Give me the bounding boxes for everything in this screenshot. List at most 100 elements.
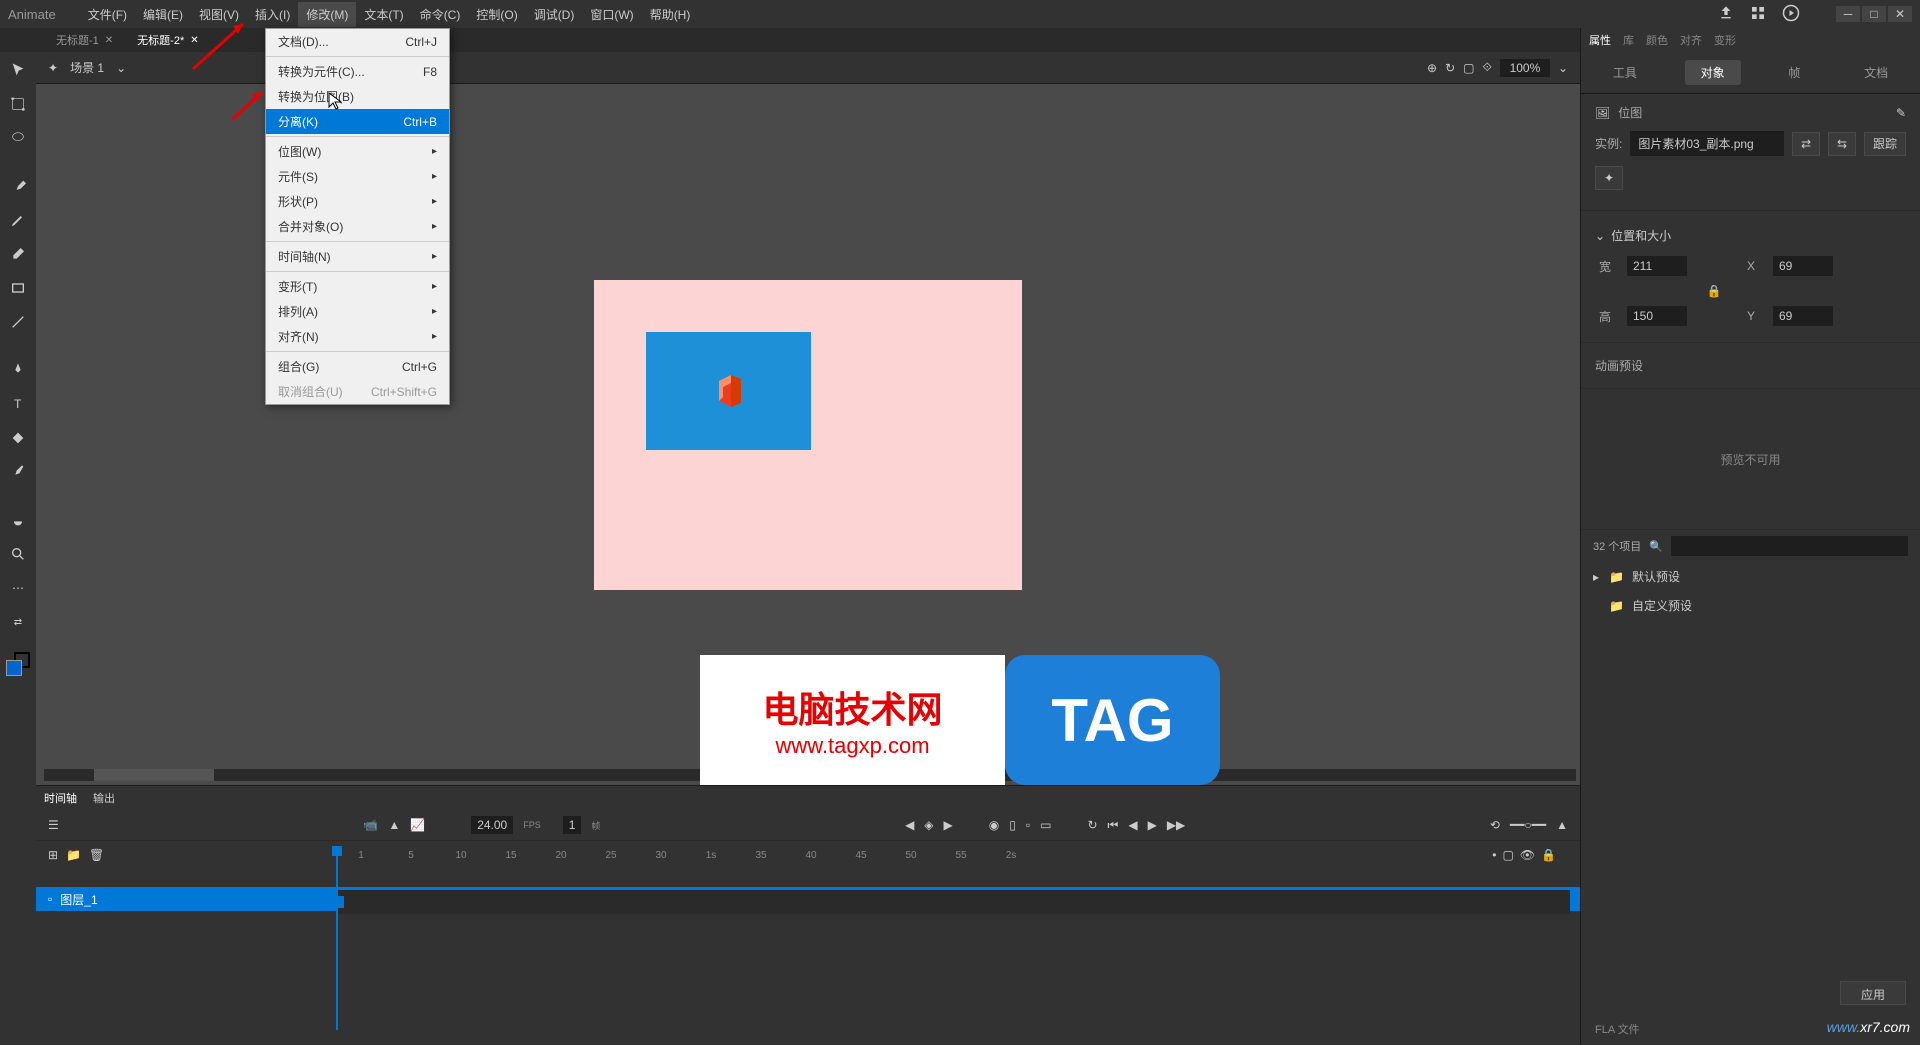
lasso-tool[interactable] bbox=[6, 126, 30, 150]
preset-default[interactable]: ▸ 📁 默认预设 bbox=[1581, 562, 1920, 591]
tab-frame[interactable]: 帧 bbox=[1772, 60, 1816, 85]
menu-bitmap[interactable]: 位图(W)▸ bbox=[266, 139, 449, 164]
menu-group[interactable]: 组合(G)Ctrl+G bbox=[266, 354, 449, 379]
effects-icon[interactable]: ✦ bbox=[1595, 166, 1623, 190]
pen-tool[interactable] bbox=[6, 358, 30, 382]
menu-modify[interactable]: 修改(M) bbox=[298, 2, 356, 27]
menu-text[interactable]: 文本(T) bbox=[356, 2, 411, 27]
paint-bucket-tool[interactable] bbox=[6, 426, 30, 450]
menu-commands[interactable]: 命令(C) bbox=[412, 2, 469, 27]
first-frame-icon[interactable]: ⏮ bbox=[1108, 818, 1119, 833]
workspace-icon[interactable] bbox=[1750, 5, 1766, 24]
brush-tool[interactable] bbox=[6, 174, 30, 198]
doc-tab-2[interactable]: 无标题-2* ✕ bbox=[125, 28, 210, 52]
free-transform-tool[interactable] bbox=[6, 92, 30, 116]
play-icon[interactable] bbox=[1782, 4, 1800, 25]
layer-depth-icon[interactable]: ▲ bbox=[388, 818, 400, 832]
playhead[interactable] bbox=[336, 850, 338, 1030]
play-button[interactable]: ▶ bbox=[1148, 818, 1157, 832]
selected-bitmap[interactable] bbox=[646, 332, 811, 450]
hand-tool[interactable] bbox=[6, 508, 30, 532]
scene-icon[interactable]: ✦ bbox=[48, 61, 58, 75]
menu-view[interactable]: 视图(V) bbox=[191, 2, 247, 27]
scrollbar-thumb[interactable] bbox=[94, 769, 214, 781]
keyframe-icon[interactable]: ◈ bbox=[924, 818, 933, 832]
menu-help[interactable]: 帮助(H) bbox=[642, 2, 699, 27]
menu-document[interactable]: 文档(D)...Ctrl+J bbox=[266, 29, 449, 54]
marker-icon[interactable]: ▭ bbox=[1040, 818, 1051, 832]
position-size-header[interactable]: ⌄ 位置和大小 bbox=[1595, 221, 1906, 250]
rectangle-tool[interactable] bbox=[6, 276, 30, 300]
minimize-button[interactable]: ─ bbox=[1836, 6, 1860, 22]
tab-timeline[interactable]: 时间轴 bbox=[44, 790, 77, 806]
timeline-track[interactable] bbox=[336, 890, 1570, 914]
rotate-icon[interactable]: ↻ bbox=[1445, 61, 1455, 75]
center-stage-icon[interactable]: ⊕ bbox=[1427, 61, 1437, 75]
frame-value[interactable]: 1 bbox=[563, 816, 582, 834]
text-tool[interactable]: T bbox=[6, 392, 30, 416]
tab-tool[interactable]: 工具 bbox=[1597, 60, 1653, 85]
more-tools-icon[interactable]: ⋯ bbox=[6, 576, 30, 600]
step-fwd-icon[interactable]: ▶▶ bbox=[1167, 818, 1185, 832]
menu-convert-symbol[interactable]: 转换为元件(C)...F8 bbox=[266, 59, 449, 84]
keyframe[interactable] bbox=[338, 896, 344, 908]
add-layer-icon[interactable]: ⊞ bbox=[48, 848, 58, 862]
chevron-down-icon[interactable]: ⌄ bbox=[1558, 61, 1568, 75]
menu-arrange[interactable]: 排列(A)▸ bbox=[266, 299, 449, 324]
maximize-button[interactable]: □ bbox=[1862, 6, 1886, 22]
tab-library[interactable]: 库 bbox=[1623, 32, 1634, 48]
menu-align[interactable]: 对齐(N)▸ bbox=[266, 324, 449, 349]
y-input[interactable]: 69 bbox=[1773, 306, 1833, 326]
menu-control[interactable]: 控制(O) bbox=[468, 2, 525, 27]
close-button[interactable]: ✕ bbox=[1888, 6, 1912, 22]
menu-insert[interactable]: 插入(I) bbox=[247, 2, 298, 27]
prev-icon[interactable]: ◀ bbox=[905, 818, 914, 832]
height-input[interactable]: 150 bbox=[1627, 306, 1687, 326]
apply-button[interactable]: 应用 bbox=[1840, 981, 1906, 1005]
tab-color[interactable]: 颜色 bbox=[1646, 32, 1668, 48]
loop-icon[interactable]: ↻ bbox=[1087, 818, 1097, 832]
menu-transform[interactable]: 变形(T)▸ bbox=[266, 274, 449, 299]
menu-symbol[interactable]: 元件(S)▸ bbox=[266, 164, 449, 189]
fill-color[interactable] bbox=[6, 660, 22, 676]
menu-convert-bitmap[interactable]: 转换为位图(B) bbox=[266, 84, 449, 109]
edit-icon[interactable]: ✎ bbox=[1896, 106, 1906, 120]
preset-custom[interactable]: 📁 自定义预设 bbox=[1581, 591, 1920, 620]
tab-object[interactable]: 对象 bbox=[1685, 60, 1741, 85]
tab-align[interactable]: 对齐 bbox=[1680, 32, 1702, 48]
search-icon[interactable]: 🔍 bbox=[1649, 540, 1663, 553]
onion-icon[interactable]: ◉ bbox=[989, 818, 999, 832]
link-icon[interactable]: 🔒 bbox=[1699, 284, 1729, 298]
preset-search-input[interactable] bbox=[1671, 536, 1908, 556]
color-swatches[interactable] bbox=[6, 652, 30, 676]
graph-icon[interactable]: 📈 bbox=[410, 818, 425, 832]
share-icon[interactable] bbox=[1718, 5, 1734, 24]
layer-name[interactable]: 图层_1 bbox=[60, 891, 97, 908]
step-back-icon[interactable]: ◀ bbox=[1128, 818, 1137, 832]
fps-value[interactable]: 24.00 bbox=[471, 816, 513, 834]
close-icon[interactable]: ✕ bbox=[105, 35, 113, 46]
menu-break-apart[interactable]: 分离(K)Ctrl+B bbox=[266, 109, 449, 134]
stage[interactable] bbox=[594, 280, 1022, 590]
track-button[interactable]: 跟踪 bbox=[1864, 132, 1906, 156]
tab-properties[interactable]: 属性 bbox=[1589, 32, 1611, 48]
menu-edit[interactable]: 编辑(E) bbox=[135, 2, 191, 27]
close-icon[interactable]: ✕ bbox=[190, 35, 198, 46]
tab-output[interactable]: 输出 bbox=[93, 790, 115, 806]
line-tool[interactable] bbox=[6, 310, 30, 334]
menu-file[interactable]: 文件(F) bbox=[80, 2, 135, 27]
tab-transform[interactable]: 变形 bbox=[1714, 32, 1736, 48]
onion-outline-icon[interactable]: ▯ bbox=[1009, 818, 1016, 832]
x-input[interactable]: 69 bbox=[1773, 256, 1833, 276]
pencil-tool[interactable] bbox=[6, 208, 30, 232]
chevron-down-icon[interactable]: ⌄ bbox=[116, 61, 126, 75]
camera-icon[interactable]: 📹 bbox=[363, 818, 378, 832]
zoom-value[interactable]: 100% bbox=[1500, 59, 1550, 77]
instance-name[interactable]: 图片素材03_副本.png bbox=[1630, 131, 1784, 156]
menu-timeline[interactable]: 时间轴(N)▸ bbox=[266, 244, 449, 269]
fit-icon[interactable]: ⟐ bbox=[1482, 60, 1491, 75]
scene-label[interactable]: 场景 1 bbox=[70, 59, 104, 76]
doc-tab-1[interactable]: 无标题-1 ✕ bbox=[44, 28, 125, 52]
swap-icon[interactable]: ⇄ bbox=[1792, 132, 1820, 156]
clip-icon[interactable]: ▢ bbox=[1463, 61, 1474, 75]
